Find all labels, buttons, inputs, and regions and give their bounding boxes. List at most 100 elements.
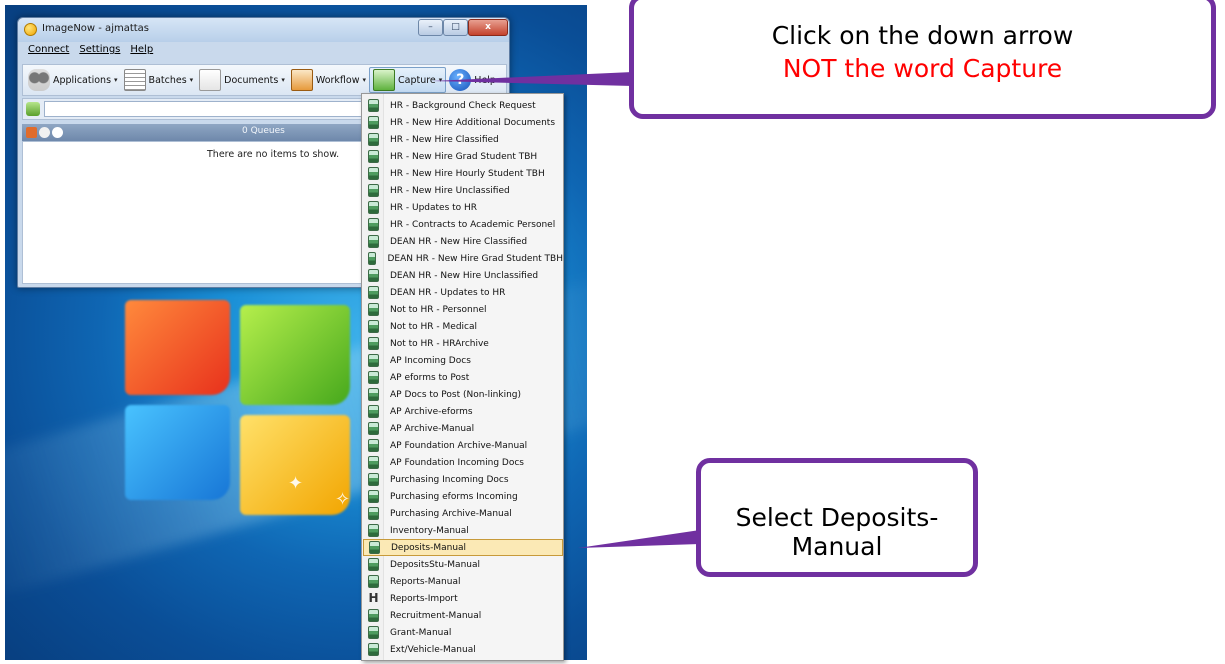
empty-message: There are no items to show. [207,149,340,160]
capture-menu-item[interactable]: HR - New Hire Additional Documents [363,114,563,131]
capture-menu-item[interactable]: Purchasing eforms Incoming [363,488,563,505]
capture-profile-icon [368,609,379,622]
applications-button[interactable]: Applications ▾ [25,67,121,93]
capture-menu-item-label: Recruitment-Manual [390,610,482,621]
capture-profile-icon [368,116,379,129]
capture-menu-item-label: Reports-Manual [390,576,461,587]
capture-profile-icon [368,184,379,197]
documents-button[interactable]: Documents ▾ [196,67,288,93]
minimize-button[interactable]: – [418,19,443,36]
queue-timer-icon[interactable] [39,127,50,138]
applications-dropdown-arrow-icon[interactable]: ▾ [114,76,118,84]
search-icon[interactable] [26,102,40,116]
capture-menu-item[interactable]: AP Docs to Post (Non-linking) [363,386,563,403]
capture-menu-item[interactable]: DepositsStu-Manual [363,556,563,573]
capture-profile-icon [368,269,379,282]
capture-menu-item[interactable]: DEAN HR - New Hire Classified [363,233,563,250]
capture-profile-icon [368,133,379,146]
capture-profile-icon [368,201,379,214]
capture-menu-item[interactable]: H Reports-Import [363,590,563,607]
capture-profile-icon [368,320,379,333]
capture-profile-icon [368,99,379,112]
queue-user-icon[interactable] [26,127,37,138]
windows-logo-yellow [240,415,350,515]
capture-profile-icon [368,558,379,571]
capture-profile-icon [368,167,379,180]
capture-menu-item[interactable]: Purchasing Incoming Docs [363,471,563,488]
capture-menu-item[interactable]: AP Incoming Docs [363,352,563,369]
imagenow-app-icon [24,23,37,36]
capture-menu-item[interactable]: AP Foundation Archive-Manual [363,437,563,454]
capture-menu-item-label: Ext/Vehicle-Manual [390,644,476,655]
capture-menu-item[interactable]: HR - Updates to HR [363,199,563,216]
capture-menu-item[interactable]: AP Archive-eforms [363,403,563,420]
capture-profile-icon [368,456,379,469]
capture-menu-item[interactable]: HR - New Hire Hourly Student TBH [363,165,563,182]
capture-menu-item-label: HR - New Hire Additional Documents [390,117,556,128]
capture-menu-item[interactable]: Grant-Manual [363,624,563,641]
help-icon: ? [449,69,472,91]
capture-dropdown-menu: HR - Background Check Request HR - New Hi… [361,93,564,661]
capture-menu-item[interactable]: HR - Background Check Request [363,97,563,114]
capture-menu-item[interactable]: HR - New Hire Grad Student TBH [363,148,563,165]
capture-dropdown-arrow-icon[interactable]: ▾ [439,76,443,84]
documents-label: Documents [224,74,279,86]
documents-dropdown-arrow-icon[interactable]: ▾ [281,76,285,84]
capture-menu-item[interactable]: AP Archive-Manual [363,420,563,437]
capture-menu-item[interactable]: Recruitment-Manual [363,607,563,624]
capture-menu-item[interactable]: Deposits-Manual [363,539,563,556]
capture-menu-item[interactable]: DEAN HR - New Hire Unclassified [363,267,563,284]
callout-select-instruction: Select Deposits-Manual [696,458,978,577]
workflow-dropdown-arrow-icon[interactable]: ▾ [362,76,366,84]
capture-menu-item-label: HR - New Hire Grad Student TBH [390,151,538,162]
capture-menu-item[interactable]: DEAN HR - New Hire Grad Student TBH [363,250,563,267]
workflow-button[interactable]: Workflow ▾ [288,67,369,93]
windows-logo-blue [125,405,230,500]
capture-profile-icon [368,490,379,503]
capture-profile-icon [368,235,379,248]
capture-menu-item[interactable]: AP eforms to Post [363,369,563,386]
menu-help[interactable]: Help [130,44,153,62]
menu-connect[interactable]: Connect [28,44,69,62]
capture-menu-item[interactable]: Purchasing Archive-Manual [363,505,563,522]
batches-dropdown-arrow-icon[interactable]: ▾ [190,76,194,84]
capture-menu-item[interactable]: Not to HR - HRArchive [363,335,563,352]
capture-profile-icon [368,286,379,299]
capture-profile-icon [368,524,379,537]
batches-button[interactable]: Batches ▾ [121,67,197,93]
capture-menu-item-label: Not to HR - Medical [390,321,477,332]
maximize-button[interactable]: □ [443,19,468,36]
capture-profile-icon [368,218,379,231]
capture-menu-item[interactable]: DEAN HR - Updates to HR [363,284,563,301]
capture-menu-item[interactable]: HR - New Hire Unclassified [363,182,563,199]
title-bar[interactable]: ImageNow - ajmattas – □ x [18,18,509,42]
help-button[interactable]: ? Help [446,67,499,93]
capture-menu-item[interactable]: Not to HR - Medical [363,318,563,335]
close-button[interactable]: x [468,19,508,36]
capture-profile-icon [368,626,379,639]
capture-menu-item-label: HR - New Hire Unclassified [390,185,510,196]
capture-menu-item-label: HR - New Hire Classified [390,134,499,145]
capture-menu-item-label: DEAN HR - New Hire Unclassified [390,270,539,281]
capture-menu-item-label: Not to HR - Personnel [390,304,487,315]
capture-menu-item[interactable]: Ext/Vehicle-Manual [363,641,563,658]
capture-menu-item[interactable]: HR - Contracts to Academic Personel [363,216,563,233]
queue-count: 0 Queues [242,126,285,136]
capture-menu-item[interactable]: AP Foundation Incoming Docs [363,454,563,471]
menu-settings[interactable]: Settings [79,44,120,62]
capture-menu-item[interactable]: Reports-Manual [363,573,563,590]
queue-comment-icon[interactable] [52,127,63,138]
capture-menu-item-label: AP Foundation Archive-Manual [390,440,528,451]
document-icon [199,69,222,91]
capture-menu-item[interactable]: Not to HR - Personnel [363,301,563,318]
capture-menu-item-label: AP Archive-Manual [390,423,475,434]
windows-logo-green [240,305,350,405]
callout-top-line1: Click on the down arrow [771,21,1074,50]
capture-menu-item[interactable]: HR - New Hire Classified [363,131,563,148]
capture-menu-item[interactable]: Inventory-Manual [363,522,563,539]
capture-button[interactable]: Capture ▾ [369,67,447,93]
capture-profile-icon [368,473,379,486]
capture-menu-item-label: HR - Updates to HR [390,202,478,213]
capture-menu-item-label: Deposits-Manual [391,542,467,553]
capture-menu-item-label: AP Incoming Docs [390,355,471,366]
